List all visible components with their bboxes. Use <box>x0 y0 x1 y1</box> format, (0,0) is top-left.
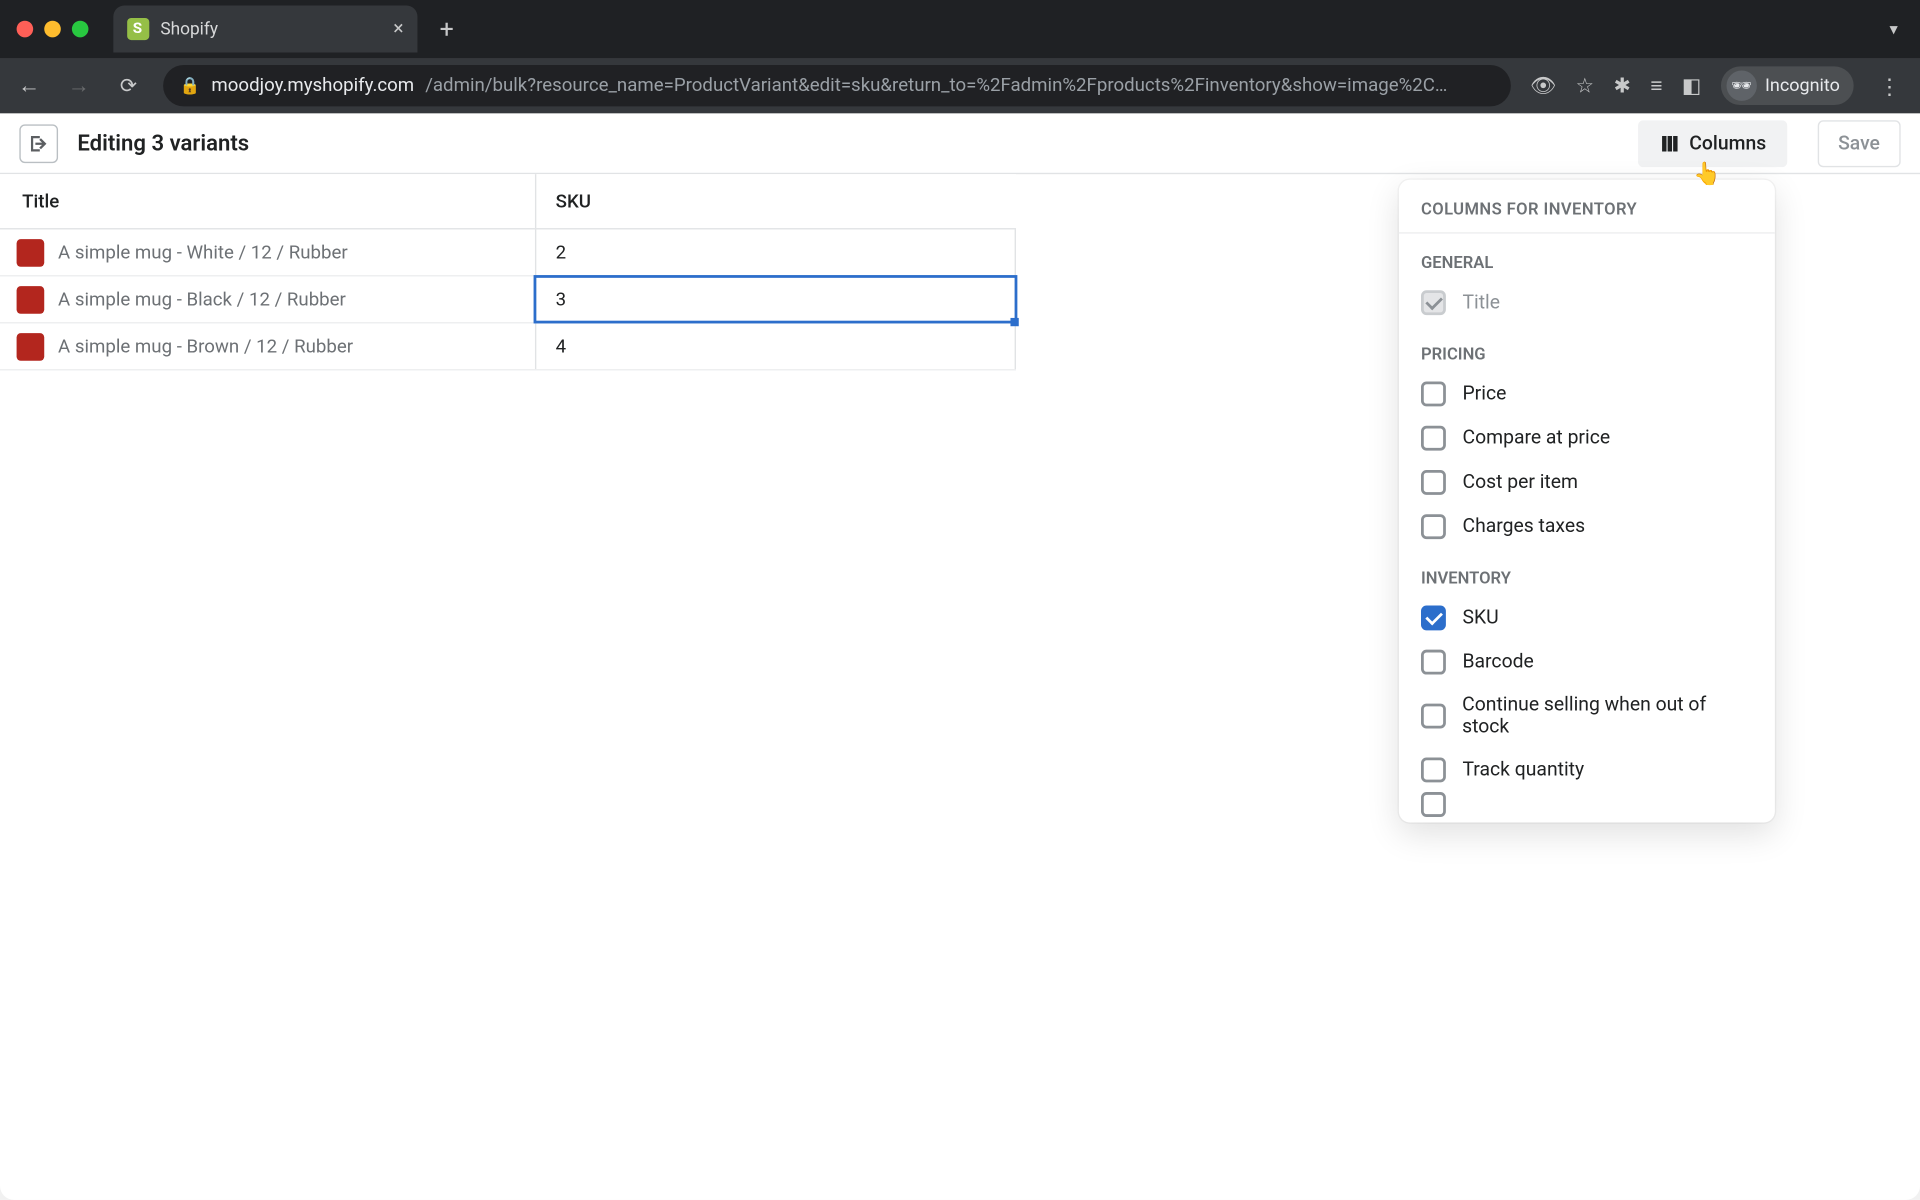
close-tab-icon[interactable]: × <box>393 18 403 40</box>
section-label-inventory: INVENTORY <box>1399 549 1775 596</box>
tab-title: Shopify <box>160 19 382 40</box>
column-option-charges-taxes[interactable]: Charges taxes <box>1399 505 1775 549</box>
column-option-continue-selling[interactable]: Continue selling when out of stock <box>1399 684 1775 748</box>
incognito-icon: 🕶 <box>1726 70 1756 100</box>
option-label: Cost per item <box>1462 471 1578 493</box>
variant-grid: Title SKU A simple mug - White / 12 / Ru… <box>0 174 1016 370</box>
maximize-window-icon[interactable] <box>72 21 89 38</box>
browser-chrome: Shopify × + ▾ ← → ⟳ 🔒 moodjoy.myshopify.… <box>0 0 1920 113</box>
option-label: SKU <box>1462 607 1498 629</box>
option-label: Charges taxes <box>1462 516 1585 538</box>
page-title: Editing 3 variants <box>77 130 1618 156</box>
column-option-track-quantity[interactable]: Track quantity <box>1399 748 1775 792</box>
table-row: A simple mug - Black / 12 / Rubber 3 <box>0 276 1016 323</box>
variant-title: A simple mug - Brown / 12 / Rubber <box>58 335 353 357</box>
variant-title: A simple mug - Black / 12 / Rubber <box>58 288 346 310</box>
star-icon[interactable]: ☆ <box>1576 73 1595 98</box>
product-thumbnail-icon <box>17 332 45 360</box>
columns-button[interactable]: Columns <box>1638 120 1787 167</box>
checkbox-icon[interactable] <box>1421 758 1446 783</box>
browser-menu-icon[interactable]: ⋮ <box>1873 73 1906 99</box>
sku-value: 3 <box>556 288 566 310</box>
column-header-sku[interactable]: SKU <box>535 174 1016 228</box>
forward-button[interactable]: → <box>64 72 94 100</box>
section-label-general: GENERAL <box>1399 234 1775 281</box>
browser-tab[interactable]: Shopify × <box>113 6 417 53</box>
checkbox-icon[interactable] <box>1421 704 1446 729</box>
cell-title[interactable]: A simple mug - White / 12 / Rubber <box>0 229 535 275</box>
reading-list-icon[interactable]: ≡ <box>1650 73 1662 98</box>
exit-icon <box>28 132 50 154</box>
column-header-title[interactable]: Title <box>0 174 535 228</box>
column-option-price[interactable]: Price <box>1399 372 1775 416</box>
checkbox-icon[interactable] <box>1421 605 1446 630</box>
new-tab-button[interactable]: + <box>429 15 465 44</box>
cell-title[interactable]: A simple mug - Brown / 12 / Rubber <box>0 323 535 369</box>
checkbox-icon[interactable] <box>1421 792 1446 817</box>
columns-icon <box>1659 132 1681 154</box>
checkbox-icon[interactable] <box>1421 514 1446 539</box>
column-option-cost-per-item[interactable]: Cost per item <box>1399 460 1775 504</box>
sku-value: 2 <box>556 241 566 263</box>
grid-header: Title SKU <box>0 174 1016 229</box>
option-label: Compare at price <box>1462 427 1610 449</box>
extensions-icon[interactable]: ✱ <box>1614 73 1631 98</box>
option-label: Barcode <box>1462 651 1533 673</box>
save-button-label: Save <box>1838 132 1880 154</box>
column-option-compare-at-price[interactable]: Compare at price <box>1399 416 1775 460</box>
option-label: Track quantity <box>1462 759 1584 781</box>
tabs-chevron-down-icon[interactable]: ▾ <box>1890 19 1920 38</box>
checkbox-icon[interactable] <box>1421 382 1446 407</box>
checkbox-icon[interactable] <box>1421 650 1446 675</box>
checkbox-icon[interactable] <box>1421 426 1446 451</box>
cell-title[interactable]: A simple mug - Black / 12 / Rubber <box>0 276 535 322</box>
columns-button-label: Columns <box>1689 132 1766 154</box>
option-label: Title <box>1462 292 1500 314</box>
reload-button[interactable]: ⟳ <box>113 73 143 98</box>
panel-overflow-hint <box>1399 792 1775 817</box>
window-controls[interactable] <box>17 21 89 38</box>
shopify-favicon-icon <box>127 18 149 40</box>
checkbox-icon[interactable] <box>1421 470 1446 495</box>
checkbox-icon <box>1421 290 1446 315</box>
product-thumbnail-icon <box>17 238 45 266</box>
url-path: /admin/bulk?resource_name=ProductVariant… <box>425 75 1447 97</box>
save-button[interactable]: Save <box>1817 120 1900 167</box>
side-panel-icon[interactable]: ◧ <box>1682 73 1702 98</box>
variant-title: A simple mug - White / 12 / Rubber <box>58 241 348 263</box>
url-host: moodjoy.myshopify.com <box>211 75 414 97</box>
incognito-label: Incognito <box>1765 75 1840 96</box>
cell-sku-selected[interactable]: 3 <box>535 276 1016 322</box>
back-button[interactable]: ← <box>14 72 44 100</box>
column-option-partial[interactable] <box>1399 792 1775 817</box>
column-option-sku[interactable]: SKU <box>1399 596 1775 640</box>
exit-bulk-editor-button[interactable] <box>19 124 58 163</box>
product-thumbnail-icon <box>17 285 45 313</box>
close-window-icon[interactable] <box>17 21 34 38</box>
column-option-title: Title <box>1399 281 1775 325</box>
eye-off-icon[interactable]: 👁 <box>1530 73 1556 98</box>
table-row: A simple mug - White / 12 / Rubber 2 <box>0 229 1016 276</box>
incognito-badge[interactable]: 🕶 Incognito <box>1721 66 1854 105</box>
app-header: Editing 3 variants Columns Save <box>0 113 1920 174</box>
table-row: A simple mug - Brown / 12 / Rubber 4 <box>0 323 1016 370</box>
option-label: Continue selling when out of stock <box>1462 694 1753 738</box>
cell-sku[interactable]: 2 <box>535 229 1016 275</box>
columns-panel-heading: COLUMNS FOR INVENTORY <box>1399 180 1775 234</box>
browser-toolbar: ← → ⟳ 🔒 moodjoy.myshopify.com/admin/bulk… <box>0 58 1920 113</box>
app-content: Editing 3 variants Columns Save Title SK… <box>0 113 1920 1199</box>
minimize-window-icon[interactable] <box>44 21 61 38</box>
section-label-pricing: PRICING <box>1399 325 1775 372</box>
columns-dropdown-panel: COLUMNS FOR INVENTORY GENERAL Title PRIC… <box>1399 180 1775 823</box>
sku-value: 4 <box>556 335 566 357</box>
cell-sku[interactable]: 4 <box>535 323 1016 369</box>
lock-icon: 🔒 <box>180 76 201 95</box>
column-option-barcode[interactable]: Barcode <box>1399 640 1775 684</box>
option-label: Price <box>1462 383 1506 405</box>
tab-strip: Shopify × + ▾ <box>0 0 1920 58</box>
address-bar[interactable]: 🔒 moodjoy.myshopify.com/admin/bulk?resou… <box>163 65 1511 106</box>
